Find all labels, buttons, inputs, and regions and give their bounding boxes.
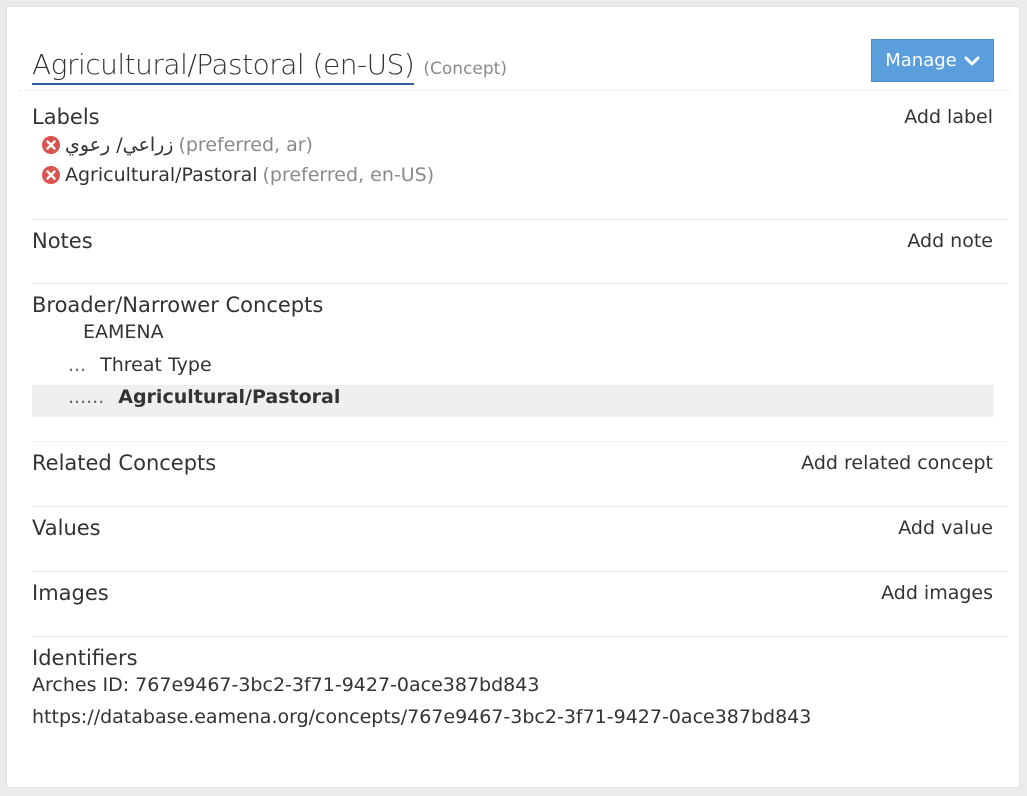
add-related-concept-link[interactable]: Add related concept xyxy=(801,452,993,474)
values-heading: Values xyxy=(32,516,101,540)
section-divider xyxy=(32,636,1008,637)
add-label-link[interactable]: Add label xyxy=(904,106,993,128)
broader-narrower-section: Broader/Narrower Concepts EAMENA ... Thre… xyxy=(32,292,1008,417)
hierarchy-indent: ... xyxy=(68,354,87,376)
label-text: زراعي/ رعوي xyxy=(65,134,174,156)
remove-label-icon[interactable] xyxy=(42,166,60,184)
manage-button[interactable]: Manage xyxy=(871,39,994,82)
add-value-link[interactable]: Add value xyxy=(898,517,993,539)
hierarchy-item-current: ...... Agricultural/Pastoral xyxy=(68,386,340,408)
manage-button-label: Manage xyxy=(885,50,957,71)
notes-heading: Notes xyxy=(32,229,93,253)
title-divider xyxy=(19,90,1009,91)
section-divider xyxy=(32,571,1008,572)
label-item: زراعي/ رعوي (preferred, ar) xyxy=(42,134,313,156)
section-divider xyxy=(32,219,1008,220)
hierarchy-label: Threat Type xyxy=(100,354,212,376)
label-meta: (preferred, en-US) xyxy=(262,164,435,186)
broader-narrower-heading: Broader/Narrower Concepts xyxy=(32,293,324,317)
concept-type: (Concept) xyxy=(423,59,507,79)
label-text: Agricultural/Pastoral xyxy=(65,164,258,186)
add-images-link[interactable]: Add images xyxy=(881,582,993,604)
label-meta: (preferred, ar) xyxy=(178,134,313,156)
hierarchy-item[interactable]: ... Threat Type xyxy=(68,354,212,376)
concept-title: Agricultural/Pastoral (en-US) xyxy=(32,48,415,85)
hierarchy-label: EAMENA xyxy=(83,321,164,343)
hierarchy-label: Agricultural/Pastoral xyxy=(118,386,341,408)
add-note-link[interactable]: Add note xyxy=(907,230,993,252)
identifiers-heading: Identifiers xyxy=(32,646,138,670)
hierarchy-indent: ...... xyxy=(68,386,105,408)
identifiers-section: Identifiers Arches ID: 767e9467-3bc2-3f7… xyxy=(32,645,1008,728)
labels-heading: Labels xyxy=(32,105,100,129)
concept-uri[interactable]: https://database.eamena.org/concepts/767… xyxy=(32,706,811,728)
concept-report-panel: Agricultural/Pastoral (en-US) (Concept) … xyxy=(6,6,1020,788)
images-section: Images Add images xyxy=(32,580,1008,606)
chevron-down-icon xyxy=(964,56,980,65)
related-concepts-section: Related Concepts Add related concept xyxy=(32,450,1008,476)
values-section: Values Add value xyxy=(32,515,1008,541)
section-divider xyxy=(32,441,1008,442)
section-divider xyxy=(32,283,1008,284)
labels-section: Labels Add label زراعي/ رعوي (preferred,… xyxy=(32,104,1008,186)
remove-label-icon[interactable] xyxy=(42,136,60,154)
arches-id: Arches ID: 767e9467-3bc2-3f71-9427-0ace3… xyxy=(32,674,540,696)
notes-section: Notes Add note xyxy=(32,228,1008,254)
section-divider xyxy=(32,506,1008,507)
images-heading: Images xyxy=(32,581,109,605)
label-item: Agricultural/Pastoral (preferred, en-US) xyxy=(42,164,434,186)
hierarchy-item[interactable]: EAMENA xyxy=(83,321,164,343)
